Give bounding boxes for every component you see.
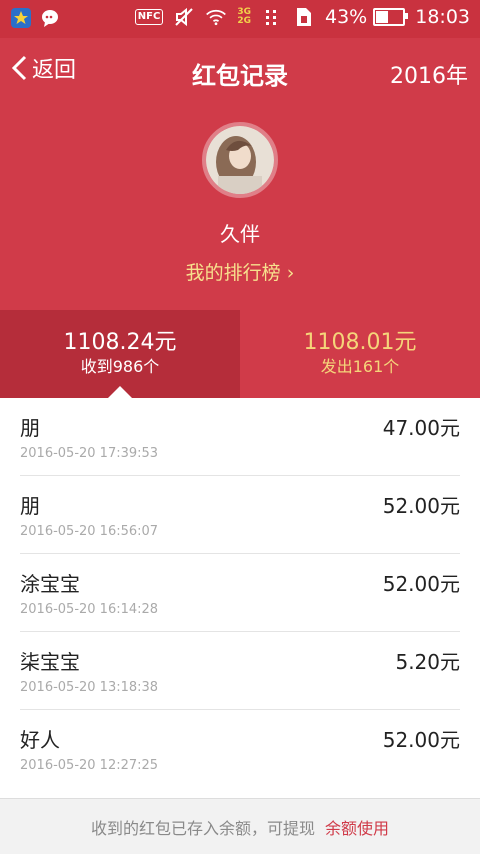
received-amount: 1108.24元 xyxy=(63,330,177,355)
selected-tab-indicator xyxy=(108,386,132,398)
record-list[interactable]: 朋 2016-05-20 17:39:53 47.00元 朋 2016-05-2… xyxy=(0,398,480,798)
rank-link[interactable]: 我的排行榜 › xyxy=(0,258,480,285)
sim-card-icon xyxy=(293,6,315,28)
record-amount: 52.00元 xyxy=(382,572,460,596)
footer-note: 收到的红包已存入余额，可提现 xyxy=(90,818,315,838)
tab-received[interactable]: 1108.24元 收到986个 xyxy=(0,310,240,398)
header: 返回 红包记录 2016年 久伴 我的排行榜 › xyxy=(0,38,480,310)
received-count: 收到986个 xyxy=(80,357,160,376)
status-bar: NFC 3G 2G 43% 18:03 xyxy=(0,0,480,38)
sender-name: 好人 xyxy=(20,728,60,752)
record-amount: 52.00元 xyxy=(382,494,460,518)
star-badge-icon xyxy=(10,7,32,29)
nfc-icon: NFC xyxy=(134,9,164,25)
sent-amount: 1108.01元 xyxy=(303,330,417,355)
record-time: 2016-05-20 12:27:25 xyxy=(20,758,159,773)
battery-icon xyxy=(373,8,409,26)
record-amount: 5.20元 xyxy=(395,650,460,674)
footer-bar: 收到的红包已存入余额，可提现 余额使用 xyxy=(0,798,480,854)
mute-icon xyxy=(173,6,195,28)
battery-indicator: 43% xyxy=(325,6,409,28)
sender-name: 涂宝宝 xyxy=(20,572,80,596)
network-type-indicator: 3G 2G xyxy=(237,7,251,26)
chevron-right-icon: › xyxy=(286,262,295,284)
clock: 18:03 xyxy=(415,6,470,28)
list-item[interactable]: 柒宝宝 2016-05-20 13:18:38 5.20元 xyxy=(20,632,460,710)
username: 久伴 xyxy=(220,222,260,246)
tab-sent[interactable]: 1108.01元 发出161个 xyxy=(240,310,480,398)
sender-name: 朋 xyxy=(20,494,40,518)
battery-percent: 43% xyxy=(325,6,368,28)
list-item[interactable]: 好人 2016-05-20 12:27:25 52.00元 xyxy=(20,710,460,787)
sent-count: 发出161个 xyxy=(320,357,400,376)
record-time: 2016-05-20 16:14:28 xyxy=(20,602,159,617)
list-item[interactable]: 朋 2016-05-20 16:56:07 52.00元 xyxy=(20,476,460,554)
record-amount: 52.00元 xyxy=(382,728,460,752)
record-amount: 47.00元 xyxy=(382,416,460,440)
sender-name: 朋 xyxy=(20,416,40,440)
record-time: 2016-05-20 17:39:53 xyxy=(20,446,159,461)
list-item[interactable]: 涂宝宝 2016-05-20 16:14:28 52.00元 xyxy=(20,554,460,632)
chat-bubble-icon xyxy=(40,7,62,29)
record-time: 2016-05-20 16:56:07 xyxy=(20,524,159,539)
signal-icon xyxy=(261,6,283,28)
wifi-icon xyxy=(205,6,227,28)
year-selector[interactable]: 2016年 xyxy=(390,58,468,90)
sender-name: 柒宝宝 xyxy=(20,650,80,674)
summary-tabs: 1108.24元 收到986个 1108.01元 发出161个 xyxy=(0,310,480,398)
balance-link[interactable]: 余额使用 xyxy=(325,815,389,839)
record-time: 2016-05-20 13:18:38 xyxy=(20,680,159,695)
avatar[interactable] xyxy=(202,122,278,198)
list-item[interactable]: 朋 2016-05-20 17:39:53 47.00元 xyxy=(20,398,460,476)
rank-link-label: 我的排行榜 xyxy=(185,262,281,284)
